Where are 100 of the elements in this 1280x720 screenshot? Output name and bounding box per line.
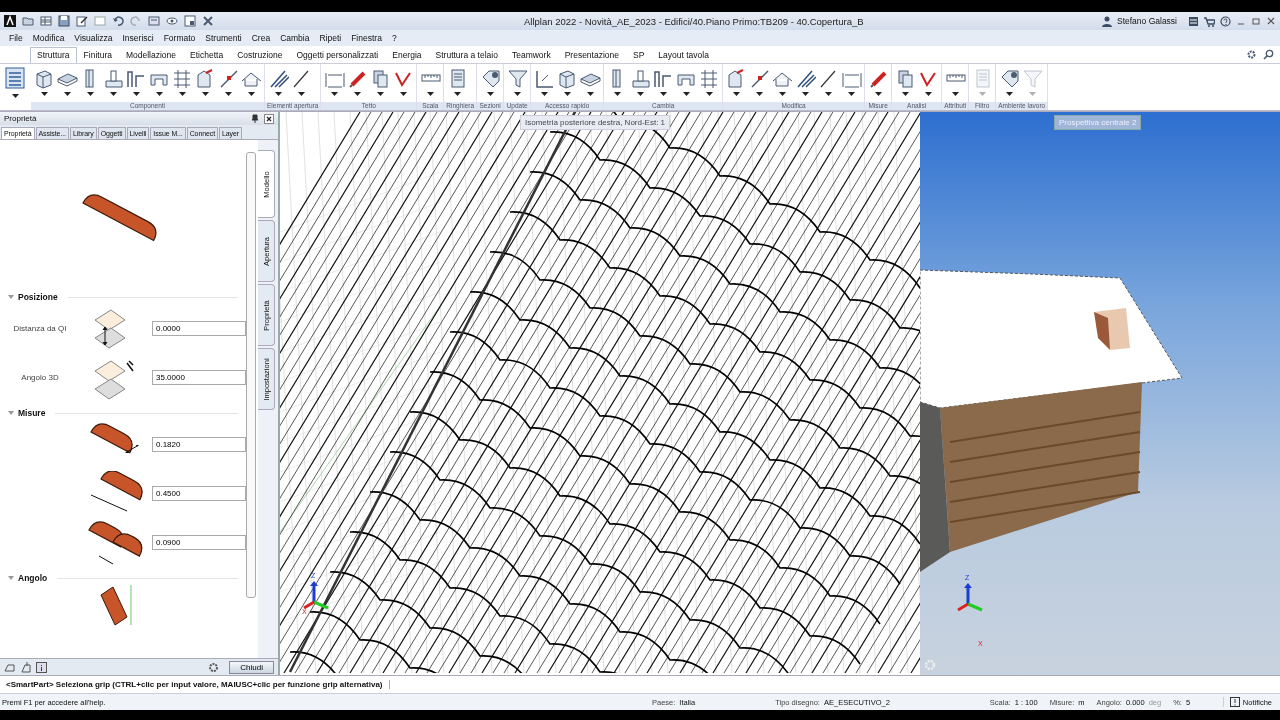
help-icon[interactable] <box>1220 15 1231 27</box>
collapse-icon[interactable] <box>8 576 14 580</box>
palette-title: Proprietà <box>4 114 38 123</box>
caret-icon <box>247 92 255 96</box>
collapse-icon[interactable] <box>8 411 14 415</box>
logo-icon[interactable] <box>4 15 16 27</box>
caret-icon <box>586 92 594 96</box>
menu-item[interactable]: Crea <box>246 33 276 43</box>
tool-button[interactable] <box>506 67 529 96</box>
tool-button[interactable] <box>33 67 55 96</box>
caret-icon <box>874 92 882 96</box>
menu-item[interactable]: Ripeti <box>314 33 347 43</box>
caret-icon <box>659 92 667 96</box>
section-title: Posizione <box>18 292 58 302</box>
caret-icon <box>330 92 338 96</box>
ribbon-tab[interactable]: SP <box>626 47 652 63</box>
undo-icon[interactable] <box>112 15 124 27</box>
caret-icon <box>297 92 305 96</box>
restore-icon[interactable] <box>1251 16 1261 26</box>
caret-icon <box>224 92 232 96</box>
menu-item[interactable]: File <box>4 33 28 43</box>
caret-icon <box>132 92 140 96</box>
window-title: Allplan 2022 - Novità_AE_2023 - Edifici/40.Piano Primo:TB209 - 40.Copertura_B <box>524 15 865 27</box>
caret-icon <box>274 92 282 96</box>
save-icon[interactable] <box>58 15 70 27</box>
edit-icon[interactable] <box>76 15 88 27</box>
caret-icon <box>540 92 548 96</box>
caret-icon <box>426 92 434 96</box>
ribbon-tab[interactable]: Modellazione <box>118 47 184 63</box>
close-button[interactable]: Chiudi <box>229 660 274 674</box>
caret-icon <box>11 94 19 98</box>
caret-icon <box>924 92 932 96</box>
caret-icon <box>453 92 461 96</box>
menu-item[interactable]: Inserisci <box>117 33 159 43</box>
ribbon-tab[interactable]: Presentazione <box>557 47 626 63</box>
ribbon-tab[interactable]: Layout tavola <box>651 47 716 63</box>
caret-icon <box>399 92 407 96</box>
ribbon-tab[interactable]: Finitura <box>76 47 119 63</box>
menu-item[interactable]: Cambia <box>275 33 315 43</box>
scroll-bar[interactable] <box>246 152 256 598</box>
caret-icon <box>178 92 186 96</box>
view-icon[interactable] <box>148 15 160 27</box>
ribbon-tab[interactable]: Teamwork <box>504 47 558 63</box>
settings-icon[interactable] <box>208 661 220 673</box>
menu-item[interactable]: ? <box>386 33 402 43</box>
table-icon[interactable] <box>40 15 52 27</box>
caret-icon <box>847 92 855 96</box>
eye-icon[interactable] <box>166 15 178 27</box>
section-title: Misure <box>18 408 46 418</box>
caret-icon <box>951 92 959 96</box>
menu-item[interactable]: Formato <box>158 33 201 43</box>
user-name: Stefano Galassi <box>1117 16 1177 26</box>
ribbon-tab[interactable]: Etichetta <box>183 47 231 63</box>
search-icon[interactable] <box>1263 49 1274 60</box>
cart-icon[interactable] <box>1204 15 1215 27</box>
settings-icon[interactable] <box>1246 49 1257 60</box>
tool-button[interactable] <box>102 67 124 96</box>
caret-icon <box>486 92 494 96</box>
collapse-icon[interactable] <box>8 295 14 299</box>
caret-icon <box>1005 92 1013 96</box>
viewport-label[interactable]: Isometria posteriore destra, Nord-Est: 1 <box>520 115 671 130</box>
ribbon-tab[interactable]: Struttura a telaio <box>428 47 505 63</box>
ribbon-tab[interactable]: Struttura <box>30 47 77 63</box>
caret-icon <box>824 92 832 96</box>
ribbon-tab[interactable]: Energia <box>385 47 429 63</box>
caret-icon <box>563 92 571 96</box>
close-icon[interactable] <box>264 113 274 124</box>
tool-icon <box>102 67 124 89</box>
menu-item[interactable]: Visualizza <box>69 33 118 43</box>
caret-icon <box>376 92 384 96</box>
server-icon[interactable] <box>1188 15 1199 27</box>
caret-icon <box>755 92 763 96</box>
value-field[interactable]: 0.0000 <box>152 321 246 336</box>
info-icon[interactable] <box>36 661 47 673</box>
menu-item[interactable]: Strumenti <box>200 33 247 43</box>
caret-icon <box>778 92 786 96</box>
pin-icon[interactable] <box>251 114 259 123</box>
menu-item[interactable]: Modifica <box>27 33 70 43</box>
caret-icon <box>705 92 713 96</box>
value-field[interactable]: 0.0900 <box>152 535 246 550</box>
layout-icon[interactable] <box>184 15 196 27</box>
menu-item[interactable]: Finestra <box>346 33 387 43</box>
command-prompt: <SmartPart> Seleziona grip (CTRL+clic per input valore, MAIUSC+clic per funzione grip alternativa) <box>0 680 390 689</box>
caret-icon <box>901 92 909 96</box>
folder-icon[interactable] <box>22 15 34 27</box>
parameter-diagram-drawing <box>87 519 143 566</box>
value-field[interactable]: 0.4500 <box>152 486 246 501</box>
caret-icon <box>613 92 621 96</box>
ribbon-tab[interactable]: Oggetti personalizzati <box>289 47 386 63</box>
field-label: Angolo 3D <box>20 373 60 382</box>
tool-button[interactable] <box>171 67 193 96</box>
value-field[interactable]: 0.1820 <box>152 437 246 452</box>
value-field[interactable]: 35.0000 <box>152 370 246 385</box>
caret-icon <box>682 92 690 96</box>
ribbon-tab[interactable]: Costruzione <box>230 47 290 63</box>
building-icon <box>4 66 26 90</box>
close-icon[interactable] <box>1266 16 1276 26</box>
user-icon <box>1102 15 1112 27</box>
caret-icon <box>63 92 71 96</box>
tool-button[interactable] <box>629 67 652 96</box>
